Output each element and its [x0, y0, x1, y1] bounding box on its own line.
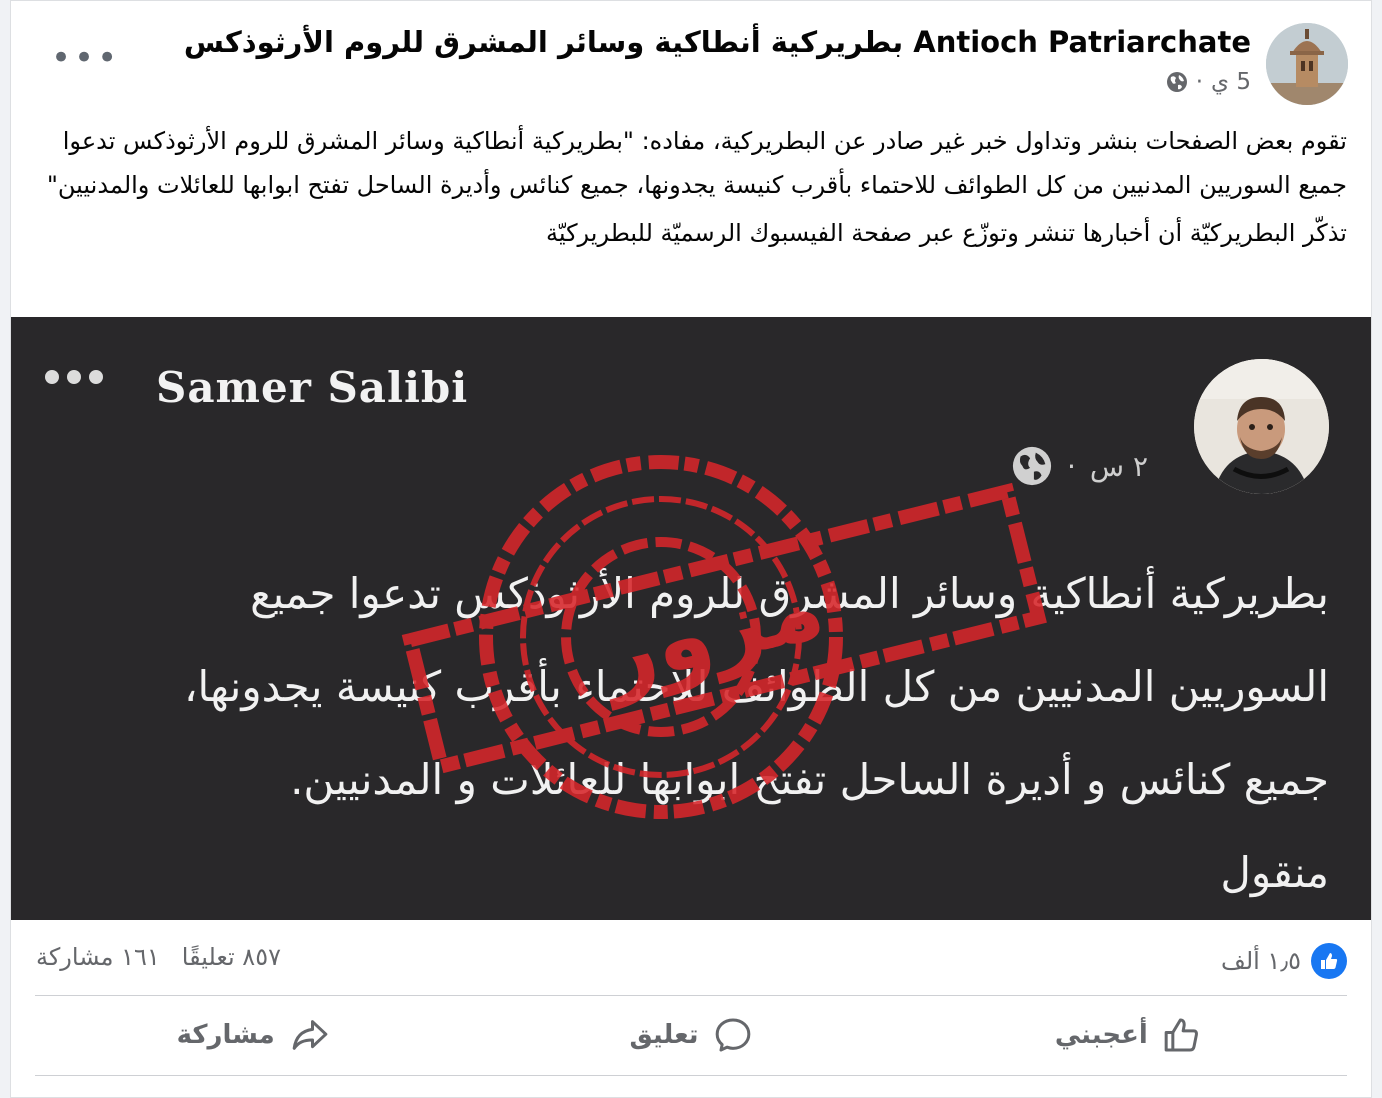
post-image[interactable]: Samer Salibi · ٢ س بطريركية أنطاكية وسائ…	[11, 317, 1371, 920]
shared-text-line: جميع كنائس و أديرة الساحل تفتح ابوابها ل…	[290, 755, 1329, 804]
shared-author-avatar	[1194, 359, 1329, 494]
reaction-stats: ١٫٥ ألف ٨٥٧ تعليقًا ١٦١ مشاركة	[11, 921, 1371, 993]
share-arrow-icon	[292, 1020, 328, 1050]
thumbs-up-icon	[1164, 1018, 1198, 1052]
divider	[35, 1075, 1347, 1076]
shares-count[interactable]: ١٦١ مشاركة	[36, 943, 160, 971]
like-label: أعجبني	[1054, 1020, 1148, 1050]
comment-bubble-icon	[715, 1018, 750, 1052]
meta-separator: ·	[1195, 69, 1204, 95]
comment-label: تعليق	[629, 1020, 699, 1050]
shared-meta: · ٢ س	[1011, 445, 1148, 487]
more-options-icon[interactable]: •••	[51, 41, 120, 75]
church-dome-image	[1266, 23, 1348, 105]
post-meta: 5 ي ·	[1166, 69, 1251, 95]
page-avatar[interactable]	[1266, 23, 1348, 105]
share-label: مشاركة	[176, 1020, 275, 1050]
page-name[interactable]: Antioch Patriarchate بطريركية أنطاكية وس…	[184, 25, 1251, 59]
post-paragraph: تقوم بعض الصفحات بنشر وتداول خبر غير صاد…	[46, 127, 1347, 199]
action-bar: أعجبني تعليق مشاركة	[35, 997, 1347, 1073]
person-photo	[1194, 359, 1329, 494]
globe-icon	[1012, 446, 1052, 486]
more-options-icon	[45, 369, 111, 388]
post-paragraph: تذكّر البطريركيّة أن أخبارها تنشر وتوزّع…	[546, 219, 1347, 247]
post-card: Antioch Patriarchate بطريركية أنطاكية وس…	[10, 0, 1372, 1098]
share-button[interactable]: مشاركة	[35, 997, 472, 1073]
shared-author-name: Samer Salibi	[156, 363, 469, 412]
divider	[35, 995, 1347, 996]
shared-meta-separator: ·	[1067, 449, 1076, 483]
shared-text-line: منقول	[1220, 848, 1329, 897]
comments-count[interactable]: ٨٥٧ تعليقًا	[182, 943, 281, 971]
reactions-summary[interactable]: ١٫٥ ألف	[1221, 943, 1347, 979]
shared-post-text: بطريركية أنطاكية وسائر المشرق للروم الأر…	[71, 547, 1329, 919]
post-time[interactable]: 5 ي	[1211, 69, 1251, 95]
shared-post-time: ٢ س	[1089, 449, 1149, 483]
post-body: تقوم بعض الصفحات بنشر وتداول خبر غير صاد…	[41, 119, 1347, 255]
comment-button[interactable]: تعليق	[472, 997, 909, 1073]
reactions-count: ١٫٥ ألف	[1220, 947, 1301, 975]
thumbs-up-icon	[1311, 943, 1347, 979]
shared-text-line: السوريين المدنيين من كل الطوائف للاحتماء…	[183, 662, 1329, 711]
shared-text-line: بطريركية أنطاكية وسائر المشرق للروم الأر…	[250, 569, 1329, 618]
engagement-counts: ٨٥٧ تعليقًا ١٦١ مشاركة	[36, 943, 281, 971]
globe-icon	[1166, 72, 1187, 92]
like-button[interactable]: أعجبني	[910, 997, 1347, 1073]
